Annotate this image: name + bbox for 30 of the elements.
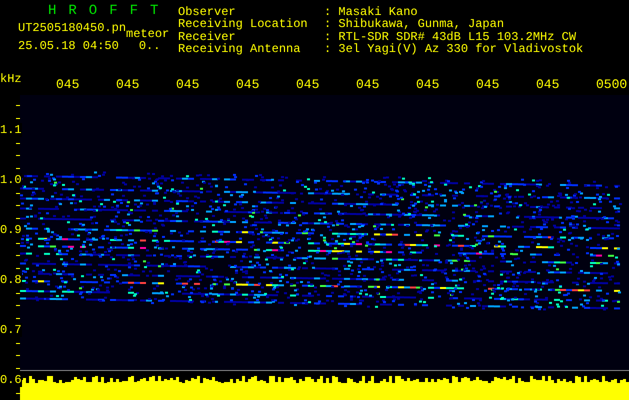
info-label: Receiver — [178, 30, 236, 43]
timestamp: 25.05.18 04:50 — [18, 38, 119, 55]
time-label: 045 — [476, 77, 500, 93]
frequency-label: 0.7 — [0, 323, 22, 337]
app-title: HROFFT — [47, 3, 172, 19]
frequency-label: 1.1 — [0, 123, 22, 137]
file-tag: meteor — [126, 27, 170, 41]
unit-label: kHz — [0, 72, 22, 86]
time-label: 045 — [116, 77, 140, 93]
time-label: 0500 — [596, 77, 628, 93]
info-label: Receiving Antenna — [178, 42, 302, 55]
file-name: UT2505180450.pn — [18, 20, 126, 37]
info-value: : Shibukawa, Gunma, Japan — [324, 18, 506, 30]
frequency-label: 0.8 — [0, 273, 22, 287]
time-label: 045 — [356, 77, 380, 93]
frequency-label: 0.6 — [0, 373, 22, 387]
info-value: : 3el Yagi(V) Az 330 for Vladivostok — [324, 42, 584, 55]
count-text: 0.. — [138, 38, 160, 55]
time-label: 045 — [296, 77, 320, 93]
info-label: Receiving Location — [178, 18, 309, 30]
time-label: 045 — [416, 77, 440, 93]
time-label: 045 — [176, 77, 200, 93]
time-label: 045 — [56, 77, 80, 93]
info-value: : Masaki Kano — [324, 6, 419, 18]
frequency-label: 1.0 — [0, 173, 22, 187]
time-label: 045 — [236, 77, 260, 93]
info-value: : RTL-SDR SDR# 43dB L15 103.2MHz CW — [324, 30, 576, 43]
frequency-label: 0.9 — [0, 223, 22, 237]
time-label: 045 — [536, 77, 560, 93]
info-label: Observer — [178, 6, 236, 18]
